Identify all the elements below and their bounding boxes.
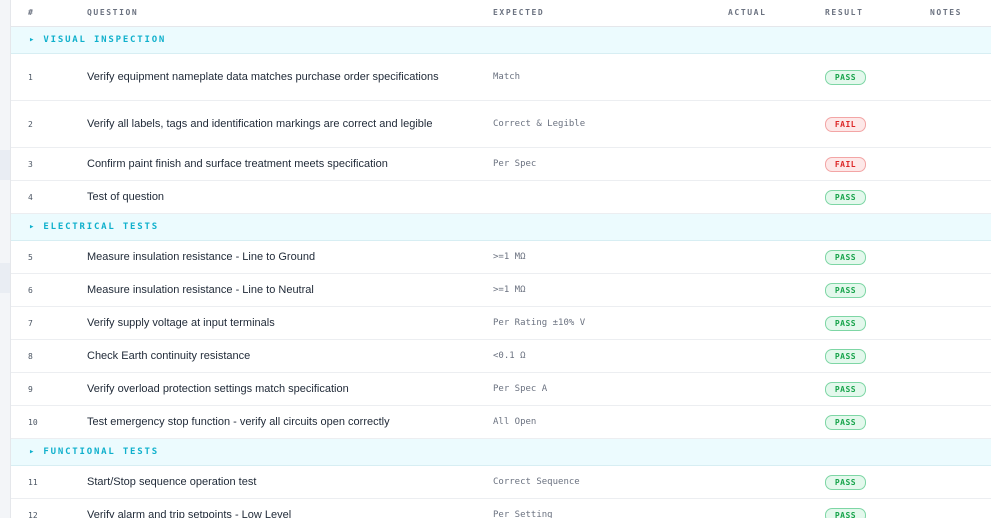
- row-number: 8: [28, 351, 33, 361]
- row-number: 2: [28, 119, 33, 129]
- question-text: Verify all labels, tags and identificati…: [87, 118, 433, 130]
- question-text: Confirm paint finish and surface treatme…: [87, 158, 388, 170]
- expected-value: Per Spec: [493, 159, 537, 169]
- table-row[interactable]: 4 Test of question PASS: [11, 181, 991, 214]
- result-cell: PASS: [825, 373, 866, 405]
- table-row[interactable]: 5 Measure insulation resistance - Line to…: [11, 241, 991, 274]
- expected-value: All Open: [493, 417, 537, 427]
- left-sidebar-edge: [0, 0, 11, 518]
- sidebar-edge-mark: [0, 150, 10, 180]
- expected-value: Match: [493, 72, 521, 82]
- table-row[interactable]: 8 Check Earth continuity resistance <0.1 Ω…: [11, 340, 991, 373]
- row-number: 6: [28, 285, 33, 295]
- table-header: # QUESTION EXPECTED ACTUAL RESULT NOTES: [11, 0, 991, 27]
- column-header-expected: EXPECTED: [493, 8, 545, 17]
- expected-value: <0.1 Ω: [493, 351, 526, 361]
- result-cell: PASS: [825, 499, 866, 518]
- table-row[interactable]: 10 Test emergency stop function - verify …: [11, 406, 991, 439]
- result-badge-pass: PASS: [825, 315, 866, 331]
- table-row[interactable]: 6 Measure insulation resistance - Line to…: [11, 274, 991, 307]
- section-title: ▸ FUNCTIONAL TESTS: [29, 447, 159, 457]
- row-number: 5: [28, 252, 33, 262]
- table-row[interactable]: 12 Verify alarm and trip setpoints - Low …: [11, 499, 991, 518]
- question-text: Check Earth continuity resistance: [87, 350, 251, 362]
- result-badge-pass: PASS: [825, 249, 866, 265]
- section-header[interactable]: ▸ ELECTRICAL TESTS: [11, 214, 991, 241]
- table-row[interactable]: 11 Start/Stop sequence operation test Corr…: [11, 466, 991, 499]
- question-text: Verify supply voltage at input terminals: [87, 317, 275, 329]
- result-cell: PASS: [825, 466, 866, 498]
- result-cell: PASS: [825, 181, 866, 213]
- sidebar-edge-mark: [0, 263, 10, 293]
- result-badge-pass: PASS: [825, 69, 866, 85]
- row-number: 10: [28, 417, 38, 427]
- row-number: 7: [28, 318, 33, 328]
- result-cell: PASS: [825, 241, 866, 273]
- result-cell: FAIL: [825, 148, 866, 180]
- result-cell: PASS: [825, 274, 866, 306]
- question-text: Test of question: [87, 191, 165, 203]
- section-title: ▸ VISUAL INSPECTION: [29, 35, 167, 45]
- result-badge-pass: PASS: [825, 474, 866, 490]
- result-badge-pass: PASS: [825, 414, 866, 430]
- result-badge-pass: PASS: [825, 189, 866, 205]
- result-badge-pass: PASS: [825, 507, 866, 518]
- expected-value: Per Rating ±10% V: [493, 318, 586, 328]
- expected-value: Per Setting: [493, 510, 553, 518]
- table-row[interactable]: 9 Verify overload protection settings mat…: [11, 373, 991, 406]
- expected-value: Correct & Legible: [493, 119, 586, 129]
- row-number: 3: [28, 159, 33, 169]
- result-badge-fail: FAIL: [825, 116, 866, 132]
- section-header[interactable]: ▸ VISUAL INSPECTION: [11, 27, 991, 54]
- question-text: Measure insulation resistance - Line to …: [87, 251, 316, 263]
- result-badge-pass: PASS: [825, 381, 866, 397]
- result-cell: PASS: [825, 307, 866, 339]
- question-text: Verify equipment nameplate data matches …: [87, 71, 439, 83]
- result-cell: PASS: [825, 54, 866, 100]
- row-number: 4: [28, 192, 33, 202]
- table-row[interactable]: 1 Verify equipment nameplate data matches…: [11, 54, 991, 101]
- inspection-checklist-table: # QUESTION EXPECTED ACTUAL RESULT NOTES …: [11, 0, 991, 518]
- table-row[interactable]: 3 Confirm paint finish and surface treatm…: [11, 148, 991, 181]
- row-number: 11: [28, 477, 38, 487]
- question-text: Test emergency stop function - verify al…: [87, 416, 390, 428]
- result-badge-pass: PASS: [825, 282, 866, 298]
- expected-value: Per Spec A: [493, 384, 548, 394]
- row-number: 9: [28, 384, 33, 394]
- column-header-actual: ACTUAL: [728, 8, 767, 17]
- row-number: 12: [28, 510, 38, 518]
- column-header-question: QUESTION: [87, 8, 139, 17]
- row-number: 1: [28, 72, 33, 82]
- section-header[interactable]: ▸ FUNCTIONAL TESTS: [11, 439, 991, 466]
- question-text: Verify alarm and trip setpoints - Low Le…: [87, 509, 292, 518]
- question-text: Start/Stop sequence operation test: [87, 476, 257, 488]
- column-header-number: #: [28, 8, 35, 17]
- table-row[interactable]: 2 Verify all labels, tags and identificat…: [11, 101, 991, 148]
- section-title: ▸ ELECTRICAL TESTS: [29, 222, 159, 232]
- question-text: Measure insulation resistance - Line to …: [87, 284, 314, 296]
- result-badge-pass: PASS: [825, 348, 866, 364]
- question-text: Verify overload protection settings matc…: [87, 383, 349, 395]
- result-cell: PASS: [825, 340, 866, 372]
- result-cell: PASS: [825, 406, 866, 438]
- expected-value: Correct Sequence: [493, 477, 580, 487]
- table-row[interactable]: 7 Verify supply voltage at input terminal…: [11, 307, 991, 340]
- column-header-notes: NOTES: [930, 8, 963, 17]
- result-badge-fail: FAIL: [825, 156, 866, 172]
- column-header-result: RESULT: [825, 8, 864, 17]
- expected-value: >=1 MΩ: [493, 252, 526, 262]
- table-body: ▸ VISUAL INSPECTION 1 Verify equipment nam…: [11, 27, 991, 518]
- expected-value: >=1 MΩ: [493, 285, 526, 295]
- result-cell: FAIL: [825, 101, 866, 147]
